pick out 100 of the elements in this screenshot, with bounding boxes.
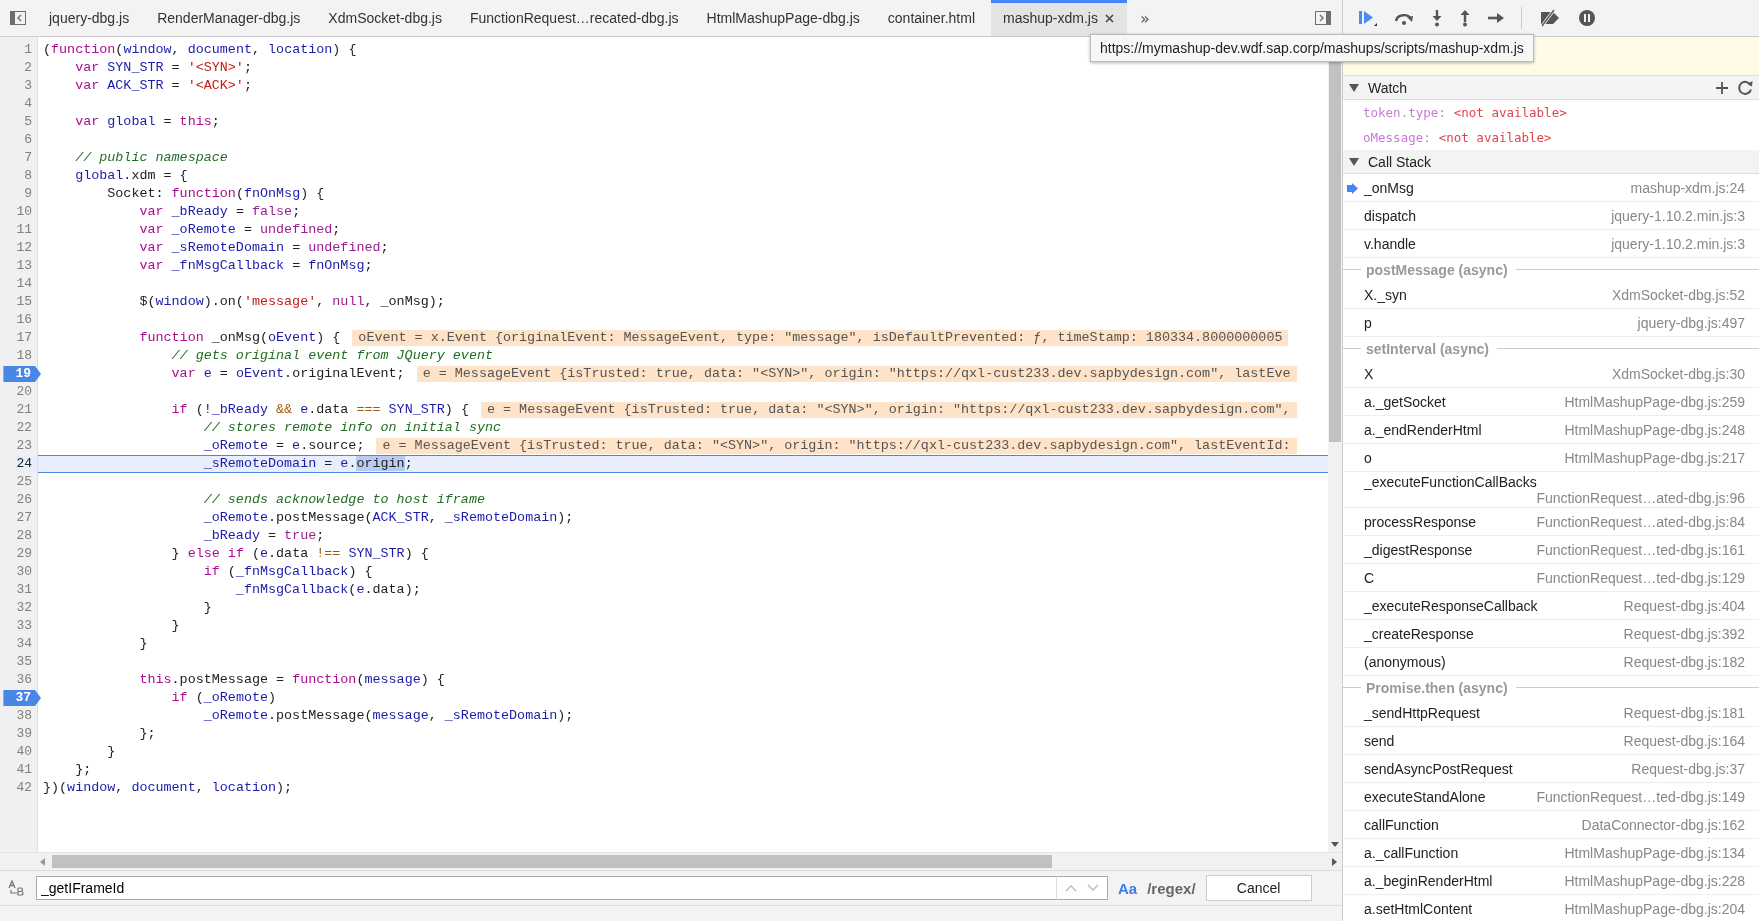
file-tab[interactable]: XdmSocket-dbg.js (316, 0, 455, 36)
watch-expression: oMessage: (1363, 130, 1431, 145)
code-line: var _sRemoteDomain = undefined; (138, 239, 389, 257)
line-number: 35 (16, 654, 33, 670)
line-number: 5 (24, 114, 33, 130)
step-out-icon[interactable] (1459, 9, 1471, 27)
async-separator-label: setInterval (async) (1366, 340, 1489, 357)
code-line: // gets original event from JQuery event (170, 347, 493, 365)
line-number: 34 (16, 636, 33, 652)
code-line: this.postMessage = function(message) { (138, 671, 445, 689)
call-frame[interactable]: send Request-dbg.js:164 (1343, 727, 1759, 755)
call-frame[interactable]: a._callFunction HtmlMashupPage-dbg.js:134 (1343, 839, 1759, 867)
inline-value: oEvent = x.Event {originalEvent: MessageEvent, type: "message", isDefaultPrevented: ƒ, timeStamp: 180334.8000000005 (352, 330, 1289, 346)
file-tab[interactable]: mashup-xdm.js (991, 0, 1127, 36)
refresh-icon[interactable] (1738, 80, 1753, 95)
line-number: 31 (16, 582, 33, 598)
call-frame[interactable]: (anonymous) Request-dbg.js:182 (1343, 648, 1759, 676)
code-line: }; (74, 761, 92, 779)
call-frame[interactable]: callFunction DataConnector-dbg.js:162 (1343, 811, 1759, 839)
cancel-button[interactable]: Cancel (1205, 875, 1312, 901)
breakpoint-marker[interactable]: 37 (3, 690, 41, 706)
line-number: 17 (16, 330, 33, 346)
code-line: var global = this; (74, 113, 220, 131)
code-line: // sends acknowledge to host iframe (202, 491, 485, 509)
call-frame[interactable]: _executeResponseCallback Request-dbg.js:404 (1343, 592, 1759, 620)
file-tab[interactable]: container.html (875, 0, 988, 36)
code-line: } else if (e.data !== SYN_STR) { (170, 545, 429, 563)
call-frame[interactable]: p jquery-dbg.js:497 (1343, 309, 1759, 337)
call-frame[interactable]: v.handle jquery-1.10.2.min.js:3 (1343, 230, 1759, 258)
line-number: 23 (16, 438, 33, 454)
line-number: 22 (16, 420, 33, 436)
line-number: 38 (16, 708, 33, 724)
more-tabs-button[interactable]: » (1135, 8, 1154, 28)
code-line: } (138, 635, 148, 653)
line-number: 4 (24, 96, 33, 112)
code-line: var _bReady = false; (138, 203, 301, 221)
call-frame[interactable]: a._endRenderHtml HtmlMashupPage-dbg.js:248 (1343, 416, 1759, 444)
line-number: 42 (16, 780, 33, 796)
call-frame[interactable]: _digestResponse FunctionRequest…ted-dbg.js:161 (1343, 536, 1759, 564)
code-line: var ACK_STR = '<ACK>'; (74, 77, 252, 95)
code-line: global.xdm = { (74, 167, 188, 185)
file-tab[interactable]: HtmlMashupPage-dbg.js (694, 0, 873, 36)
step-icon[interactable] (1487, 11, 1505, 25)
expand-triangle-icon[interactable] (1349, 157, 1359, 166)
code-line: var e = oEvent.originalEvent; (170, 365, 405, 383)
file-tab[interactable]: jquery-dbg.js (37, 0, 143, 36)
call-frame[interactable]: a._beginRenderHtml HtmlMashupPage-dbg.js:228 (1343, 867, 1759, 895)
line-number: 2 (24, 60, 33, 76)
line-number: 9 (24, 186, 33, 202)
call-frame[interactable]: X XdmSocket-dbg.js:30 (1343, 360, 1759, 388)
line-number: 7 (24, 150, 33, 166)
call-stack-header[interactable]: Call Stack (1343, 150, 1759, 174)
close-icon[interactable] (1104, 13, 1114, 23)
match-case-toggle[interactable]: Aa (1118, 879, 1138, 897)
file-tab[interactable]: FunctionRequest…recated-dbg.js (457, 0, 692, 36)
line-number: 30 (16, 564, 33, 580)
code-line: Socket: function(fnOnMsg) { (106, 185, 325, 203)
call-frame[interactable]: executeStandAlone FunctionRequest…ted-dbg.js:149 (1343, 783, 1759, 811)
line-number: 10 (16, 204, 33, 220)
code-line: var _fnMsgCallback = fnOnMsg; (138, 257, 373, 275)
code-line: _oRemote.postMessage(ACK_STR, _sRemoteDomain); (202, 509, 574, 527)
line-number: 11 (16, 222, 33, 238)
debugger-toggle-icon[interactable] (1314, 10, 1332, 26)
sidebar-toggle-icon[interactable] (9, 10, 27, 26)
resume-icon[interactable] (1357, 9, 1377, 27)
inline-value: e = MessageEvent {isTrusted: true, data: "<SYN>", origin: "https://qxl-cust233.dev.sapbydesign.com", lastEve (416, 366, 1297, 382)
expand-triangle-icon[interactable] (1349, 83, 1359, 92)
call-frame[interactable]: a.setHtmlContent HtmlMashupPage-dbg.js:204 (1343, 895, 1759, 921)
call-frame[interactable]: processResponse FunctionRequest…ated-dbg.js:84 (1343, 508, 1759, 536)
call-frame[interactable]: _sendHttpRequest Request-dbg.js:181 (1343, 699, 1759, 727)
call-frame[interactable]: sendAsyncPostRequest Request-dbg.js:37 (1343, 755, 1759, 783)
add-icon[interactable] (1715, 80, 1729, 95)
line-number: 41 (16, 762, 33, 778)
call-frame[interactable]: o HtmlMashupPage-dbg.js:217 (1343, 444, 1759, 472)
scroll-right-icon[interactable] (1332, 857, 1338, 866)
code-line: if (!_bReady && e.data === SYN_STR) { (170, 401, 469, 419)
call-frame[interactable]: _createResponse Request-dbg.js:392 (1343, 620, 1759, 648)
step-into-icon[interactable] (1431, 9, 1443, 27)
watch-value: <not available> (1438, 130, 1552, 145)
call-frame[interactable]: dispatch jquery-1.10.2.min.js:3 (1343, 202, 1759, 230)
code-line: } (106, 743, 116, 761)
call-frame[interactable]: C FunctionRequest…ted-dbg.js:129 (1343, 564, 1759, 592)
code-line: _bReady = true; (202, 527, 325, 545)
file-tab[interactable]: RenderManager-dbg.js (145, 0, 314, 36)
watch-header[interactable]: Watch (1343, 76, 1759, 100)
line-number: 3 (24, 78, 33, 94)
regex-toggle[interactable]: /regex/ (1147, 879, 1196, 897)
deactivate-breakpoints-icon[interactable] (1538, 9, 1562, 27)
call-frame[interactable]: X._syn XdmSocket-dbg.js:52 (1343, 281, 1759, 309)
search-field[interactable]: _getIFrameId (36, 876, 1057, 900)
line-number: 25 (16, 474, 33, 490)
pause-on-exceptions-icon[interactable] (1578, 9, 1596, 27)
code-line: _oRemote = e.source; (202, 437, 365, 455)
breakpoint-marker[interactable]: 19 (3, 366, 41, 382)
scroll-down-icon[interactable] (1331, 842, 1339, 848)
code-line: _oRemote.postMessage(message, _sRemoteDomain); (202, 707, 574, 725)
call-frame[interactable]: _executeFunctionCallBacks FunctionRequest…ated-dbg.js:96 (1343, 472, 1759, 508)
call-frame[interactable]: a._getSocket HtmlMashupPage-dbg.js:259 (1343, 388, 1759, 416)
replace-toggle-icon[interactable] (8, 880, 26, 896)
call-frame[interactable]: _onMsg mashup-xdm.js:24 (1343, 174, 1759, 202)
